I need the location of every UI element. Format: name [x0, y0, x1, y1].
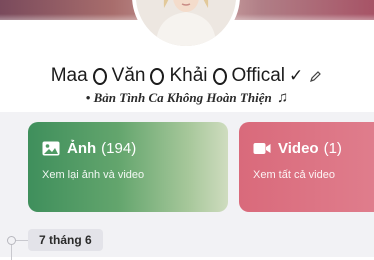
timeline-dot	[7, 236, 16, 245]
timeline-connector	[16, 240, 28, 241]
photos-title: Ảnh	[67, 140, 97, 157]
profile-name: Maa Văn Khải Offical ✓	[0, 64, 374, 88]
name-part-3: Khải	[169, 65, 208, 86]
name-part-1: Maa	[50, 65, 88, 86]
name-part-4: Offical	[231, 65, 286, 86]
checkmark-icon: ✓	[289, 66, 304, 85]
videos-subtitle: Xem tất cả video	[253, 169, 335, 181]
name-part-2: Văn	[111, 65, 146, 86]
photos-subtitle: Xem lại ảnh và video	[42, 169, 145, 181]
ring-icon	[150, 67, 165, 85]
image-icon	[42, 141, 60, 156]
ring-icon	[92, 67, 107, 85]
bio-text: • Bản Tình Ca Không Hoàn Thiện	[85, 90, 272, 105]
videos-title: Video	[278, 140, 319, 157]
ring-icon	[212, 67, 227, 85]
photos-card[interactable]: Ảnh (194) Xem lại ảnh và video	[28, 122, 228, 212]
pencil-icon[interactable]	[307, 68, 323, 84]
videos-count: (1)	[323, 140, 342, 157]
profile-bio: • Bản Tình Ca Không Hoàn Thiện ♫	[0, 90, 374, 107]
photos-count: (194)	[101, 140, 137, 157]
videos-card-header: Video (1)	[253, 140, 342, 157]
videos-card[interactable]: Video (1) Xem tất cả video	[239, 122, 374, 212]
avatar[interactable]	[132, 0, 240, 50]
timeline-date: 7 tháng 6	[28, 229, 103, 251]
music-note-icon: ♫	[276, 90, 289, 106]
photos-card-header: Ảnh (194)	[42, 140, 136, 157]
video-camera-icon	[253, 141, 271, 156]
